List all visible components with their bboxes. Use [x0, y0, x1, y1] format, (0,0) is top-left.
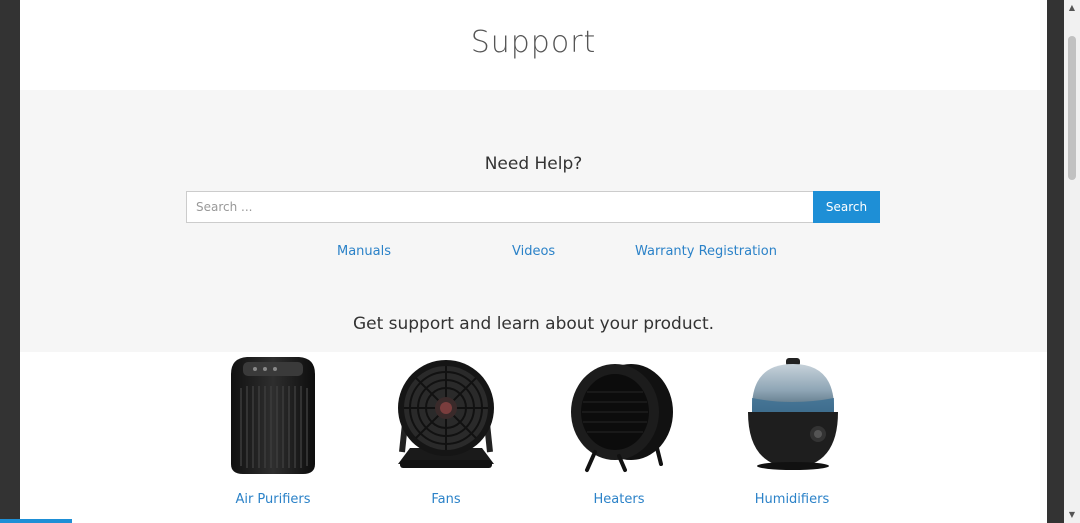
- manuals-link[interactable]: Manuals: [337, 244, 391, 259]
- help-title: Need Help?: [484, 154, 583, 174]
- scroll-down-icon[interactable]: ▼: [1064, 507, 1080, 523]
- search-button[interactable]: Search: [813, 191, 880, 223]
- fan-icon[interactable]: [376, 352, 516, 484]
- product-fans[interactable]: Fans: [376, 352, 516, 507]
- product-categories: Air Purifiers Fans Heaters Humidifiers: [20, 352, 1047, 523]
- help-section: Need Help? Search Manuals Videos Warrant…: [20, 90, 1047, 352]
- page: Support Need Help? Search Manuals Videos…: [20, 0, 1047, 523]
- humidifier-icon[interactable]: [722, 352, 862, 484]
- search-input[interactable]: [186, 191, 813, 223]
- videos-link[interactable]: Videos: [512, 244, 555, 259]
- product-air-purifiers[interactable]: Air Purifiers: [203, 352, 343, 507]
- product-humidifiers[interactable]: Humidifiers: [722, 352, 862, 507]
- fans-link[interactable]: Fans: [431, 492, 460, 507]
- header: Support: [20, 0, 1047, 90]
- air-purifier-icon[interactable]: [203, 352, 343, 484]
- air-purifiers-link[interactable]: Air Purifiers: [235, 492, 310, 507]
- warranty-registration-link[interactable]: Warranty Registration: [635, 244, 777, 259]
- scroll-up-icon[interactable]: ▲: [1064, 0, 1080, 16]
- scroll-thumb[interactable]: [1068, 36, 1076, 180]
- humidifiers-link[interactable]: Humidifiers: [755, 492, 829, 507]
- product-heaters[interactable]: Heaters: [549, 352, 689, 507]
- search-bar: Search: [186, 191, 880, 223]
- vertical-scrollbar[interactable]: ▲ ▼: [1064, 0, 1080, 523]
- support-heading: Get support and learn about your product…: [352, 314, 715, 334]
- bottom-accent-tab[interactable]: [0, 519, 72, 523]
- heaters-link[interactable]: Heaters: [594, 492, 645, 507]
- heater-icon[interactable]: [549, 352, 689, 484]
- page-title: Support: [470, 25, 597, 60]
